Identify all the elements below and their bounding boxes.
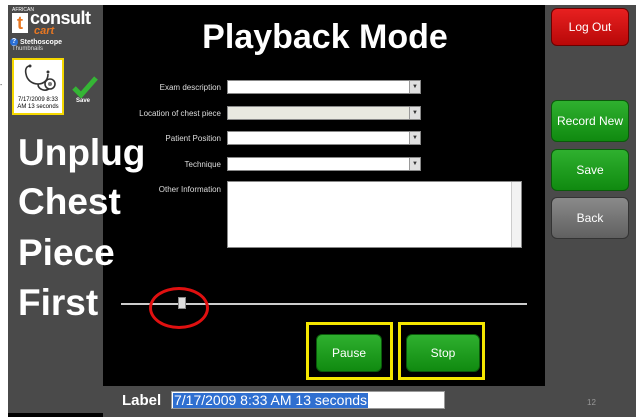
pause-button[interactable]: Pause	[316, 334, 382, 372]
overlay-line-2: Chest	[18, 181, 121, 222]
save-thumbnail-label: Save	[76, 98, 91, 104]
overlay-line-4: First	[18, 282, 99, 323]
other-information-textarea[interactable]	[227, 181, 522, 248]
record-new-button[interactable]: Record New	[551, 100, 629, 142]
save-thumbnail[interactable]: Save	[72, 76, 98, 106]
thumbnail-caption: 7/17/2009 8:33 AM 13 seconds	[17, 97, 59, 110]
label-input-value: 7/17/2009 8:33 AM 13 seconds	[173, 392, 369, 408]
stethoscope-icon	[24, 64, 56, 91]
save-button[interactable]: Save	[551, 149, 629, 191]
exam-description-select[interactable]: ▼	[227, 80, 421, 94]
back-button[interactable]: Back	[551, 197, 629, 239]
page-title: Playback Mode	[202, 18, 448, 56]
chevron-down-icon[interactable]: ▼	[409, 81, 420, 93]
logout-button[interactable]: Log Out	[551, 8, 629, 46]
recording-thumbnail[interactable]: 7/17/2009 8:33 AM 13 seconds	[12, 58, 64, 115]
device-indicator: ? Stethoscope	[10, 38, 62, 46]
label-input[interactable]: 7/17/2009 8:33 AM 13 seconds	[171, 391, 445, 409]
chevron-down-icon[interactable]: ▼	[409, 132, 420, 144]
logo-letter: t	[12, 13, 28, 33]
textarea-scrollbar[interactable]	[511, 182, 521, 247]
help-icon[interactable]: ?	[10, 38, 18, 46]
location-select[interactable]: ▼	[227, 106, 421, 120]
checkmark-icon	[72, 76, 98, 98]
exam-description-label: Exam description	[159, 83, 221, 92]
chevron-down-icon[interactable]: ▼	[409, 158, 420, 170]
edge-mark: -	[0, 82, 3, 89]
overlay-line-3: Piece	[18, 232, 115, 273]
patient-position-select[interactable]: ▼	[227, 131, 421, 145]
chevron-down-icon[interactable]: ▼	[409, 107, 420, 119]
annotation-circle	[149, 287, 209, 329]
page-number: 12	[587, 398, 596, 407]
logo-sub: cart	[34, 25, 55, 37]
overlay-line-1: Unplug	[18, 132, 146, 173]
stop-button[interactable]: Stop	[406, 334, 480, 372]
thumbnails-label: Thumbnails	[12, 46, 44, 52]
location-label: Location of chest piece	[139, 109, 221, 118]
device-name: Stethoscope	[20, 38, 63, 46]
label-caption: Label	[122, 392, 162, 409]
technique-select[interactable]: ▼	[227, 157, 421, 171]
